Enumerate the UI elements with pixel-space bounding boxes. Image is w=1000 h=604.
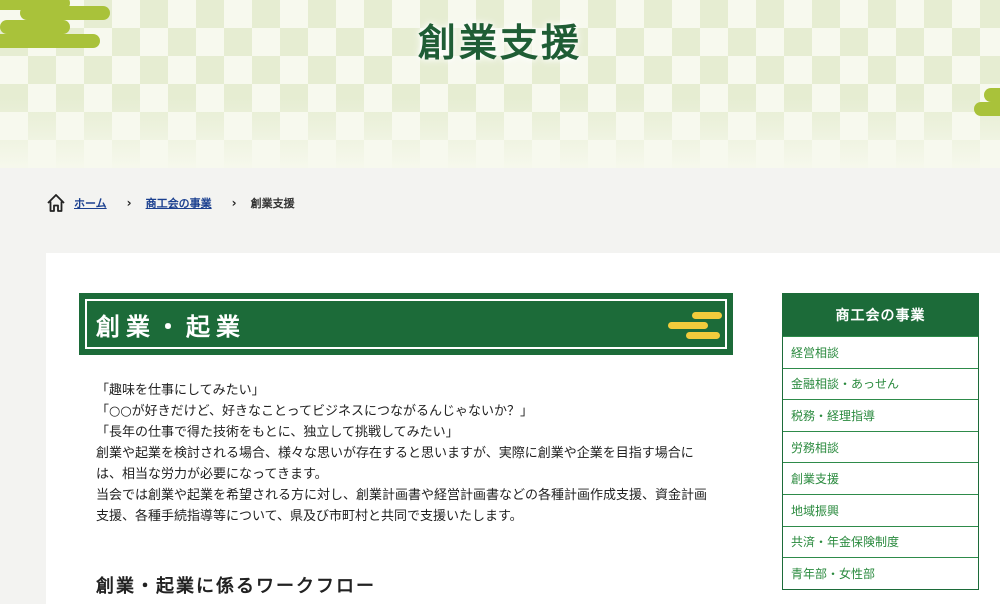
sidebar-title: 商工会の事業 [783, 294, 978, 336]
page-title: 創業支援 [417, 20, 582, 65]
breadcrumb-home-link[interactable]: ホーム [74, 195, 107, 211]
home-icon[interactable] [46, 193, 66, 213]
intro-line: は、相当な労力が必要になってきます。 [96, 467, 328, 482]
sidebar-item-youth-women[interactable]: 青年部・女性部 [783, 557, 978, 589]
intro-line: 「長年の仕事で得た技術をもとに、独立して挑戦してみたい」 [96, 425, 459, 440]
sidebar-item-management-consulting[interactable]: 経営相談 [783, 336, 978, 368]
breadcrumb: ホーム › 商工会の事業 › 創業支援 [46, 193, 295, 213]
intro-line: 当会では創業や起業を希望される方に対し、創業計画書や経営計画書などの各種計画作成… [96, 488, 708, 503]
intro-line: 「趣味を仕事にしてみたい」 [96, 383, 265, 398]
workflow-subheading: 創業・起業に係るワークフロー [96, 576, 376, 597]
section-heading-text: 創業・起業 [96, 312, 246, 341]
intro-line: 「○○が好きだけど、好きなことってビジネスにつながるんじゃないか？」 [96, 404, 533, 419]
section-heading: 創業・起業 [79, 293, 733, 355]
decorative-cloud-icon [668, 310, 724, 340]
sidebar-item-financial-consulting[interactable]: 金融相談・あっせん [783, 367, 978, 400]
breadcrumb-parent-link[interactable]: 商工会の事業 [146, 195, 212, 211]
sidebar-item-tax-accounting[interactable]: 税務・経理指導 [783, 399, 978, 431]
sidebar-item-regional-promotion[interactable]: 地域振興 [783, 493, 978, 526]
intro-line: 創業や起業を検討される場合、様々な思いが存在すると思いますが、実際に創業や企業を… [96, 446, 694, 461]
header-banner: 創業支援 [0, 0, 1000, 168]
intro-line: 支援、各種手続指導等について、県及び市町村と共同で支援いたします。 [96, 509, 523, 524]
breadcrumb-current: 創業支援 [250, 197, 295, 210]
decorative-cloud-right [970, 88, 1000, 118]
intro-text: 「趣味を仕事にしてみたい」 「○○が好きだけど、好きなことってビジネスにつながる… [96, 380, 716, 527]
sidebar-item-startup-support[interactable]: 創業支援 [783, 462, 978, 494]
chevron-right-icon: › [126, 196, 132, 210]
sidebar-item-mutual-aid-pension[interactable]: 共済・年金保険制度 [783, 525, 978, 558]
sidebar-item-labor-consulting[interactable]: 労務相談 [783, 430, 978, 463]
chevron-right-icon: › [231, 196, 237, 210]
sidebar: 商工会の事業 経営相談 金融相談・あっせん 税務・経理指導 労務相談 創業支援 … [782, 293, 979, 590]
